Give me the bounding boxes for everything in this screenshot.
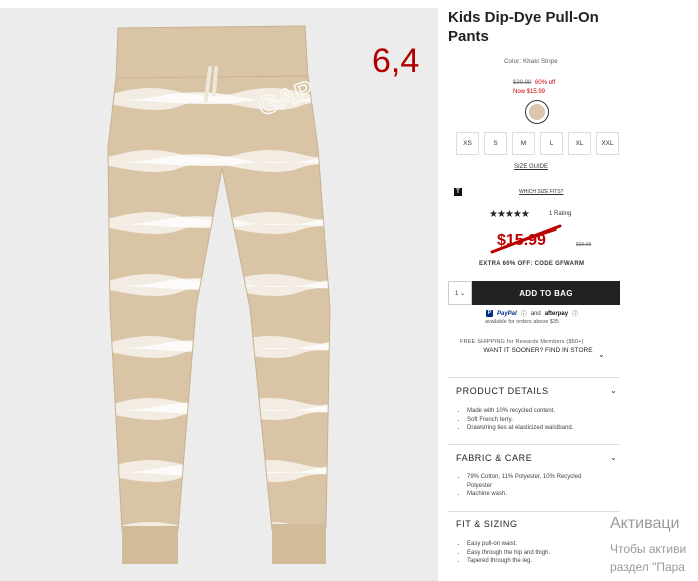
list-item: 79% Cotton, 11% Polyester, 10% Recycled … bbox=[467, 473, 597, 490]
size-guide-link[interactable]: SIZE GUIDE bbox=[514, 164, 548, 170]
fit-sizing-list: Easy pull-on waist. Easy through the hip… bbox=[458, 540, 550, 566]
price-strike-mark bbox=[490, 224, 562, 254]
paypal-label[interactable]: PayPal bbox=[497, 311, 517, 317]
small-old-price: $39.99 bbox=[576, 242, 592, 248]
was-price-line: $39.99 60% off bbox=[513, 80, 555, 86]
list-item: Easy pull-on waist. bbox=[467, 540, 550, 549]
list-item: Machine wash. bbox=[467, 490, 597, 499]
list-item: Tapered through the leg. bbox=[467, 557, 550, 566]
chevron-down-icon[interactable]: ⌄ bbox=[610, 386, 617, 395]
add-to-bag-button[interactable]: ADD TO BAG bbox=[472, 281, 620, 305]
afterpay-info-icon[interactable]: ⓘ bbox=[572, 309, 578, 318]
paypal-info-icon[interactable]: ⓘ bbox=[521, 309, 527, 318]
was-price: $39.99 bbox=[513, 80, 532, 86]
list-item: Made with 10% recycled content. bbox=[467, 407, 573, 416]
afterpay-label[interactable]: afterpay bbox=[545, 311, 568, 317]
availability-note: available for orders above $35 bbox=[485, 319, 559, 325]
list-item: Soft French terry. bbox=[467, 416, 573, 425]
free-shipping-note: FREE SHIPPING for Rewards Members ($50+) bbox=[460, 339, 584, 345]
activation-watermark-line: раздел "Пара bbox=[610, 560, 685, 574]
product-details-list: Made with 10% recycled content. Soft Fre… bbox=[458, 407, 573, 433]
section-fabric-care-toggle[interactable]: FABRIC & CARE bbox=[456, 453, 532, 463]
divider bbox=[448, 444, 620, 445]
chevron-down-icon[interactable]: ⌄ bbox=[610, 453, 617, 462]
which-size-link[interactable]: WHICH SIZE FITS? bbox=[519, 189, 563, 195]
activation-watermark: Активаци bbox=[610, 515, 680, 532]
color-swatch[interactable] bbox=[525, 100, 549, 124]
product-title: Kids Dip-Dye Pull-On Pants bbox=[448, 9, 599, 45]
find-in-store-link[interactable]: WANT IT SOONER? FIND IN STORE bbox=[478, 347, 598, 355]
section-fit-sizing-toggle[interactable]: FIT & SIZING bbox=[456, 519, 518, 529]
section-product-details-toggle[interactable]: PRODUCT DETAILS bbox=[456, 386, 549, 396]
now-price: Now $15.99 bbox=[513, 89, 546, 95]
paypal-icon: P bbox=[486, 310, 493, 317]
size-option[interactable]: L bbox=[540, 132, 563, 155]
size-option[interactable]: XL bbox=[568, 132, 591, 155]
product-panel: Kids Dip-Dye Pull-On Pants Color: Khaki … bbox=[448, 8, 620, 564]
size-option[interactable]: S bbox=[484, 132, 507, 155]
activation-watermark-line: Чтобы активи bbox=[610, 542, 687, 556]
quantity-select[interactable]: 1 ⌄ bbox=[448, 281, 472, 305]
color-label: Color: Khaki Stripe bbox=[504, 59, 558, 65]
chevron-down-icon[interactable]: ⌄ bbox=[598, 350, 605, 359]
true-fit-icon: T bbox=[454, 188, 462, 196]
swatch-fill bbox=[529, 104, 545, 120]
percent-off: 60% off bbox=[535, 80, 556, 86]
size-option[interactable]: M bbox=[512, 132, 535, 155]
list-item: Easy through the hip and thigh. bbox=[467, 549, 550, 558]
size-option[interactable]: XXL bbox=[596, 132, 619, 155]
product-image[interactable]: GAP bbox=[0, 8, 438, 581]
price-annotation: 6,4 bbox=[372, 42, 420, 80]
list-item: Drawstring ties at elasticized waistband… bbox=[467, 424, 573, 433]
and-text: and bbox=[530, 310, 541, 317]
fabric-care-list: 79% Cotton, 11% Polyester, 10% Recycled … bbox=[458, 473, 597, 499]
divider bbox=[448, 511, 620, 512]
pants-illustration: GAP bbox=[107, 25, 331, 564]
rating-count[interactable]: 1 Rating bbox=[549, 211, 571, 217]
divider bbox=[448, 377, 620, 378]
size-option[interactable]: XS bbox=[456, 132, 479, 155]
payment-options: P PayPal ⓘ and afterpay ⓘ bbox=[486, 309, 578, 318]
rating-stars-icon[interactable]: ★★★★★ bbox=[489, 209, 530, 220]
size-selector: XS S M L XL XXL bbox=[456, 132, 619, 155]
extra-offer: EXTRA 60% OFF: CODE GFWARM bbox=[479, 261, 585, 267]
